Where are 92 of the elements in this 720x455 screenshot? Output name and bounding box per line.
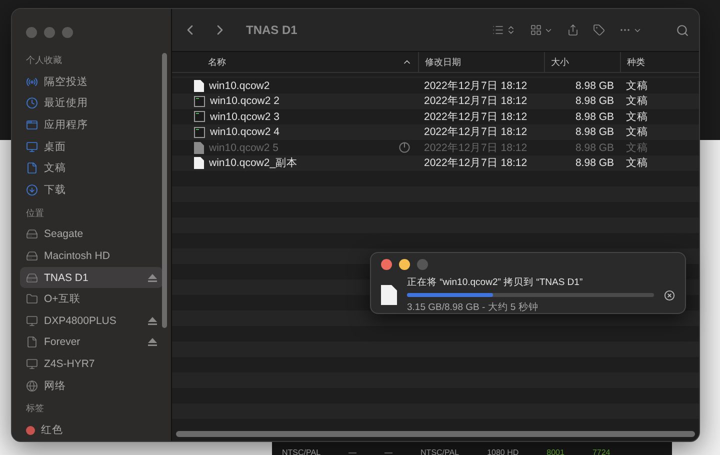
scrollbar[interactable] xyxy=(176,431,695,437)
document-icon xyxy=(381,285,397,305)
file-name[interactable]: win10.qcow2_副本 xyxy=(209,156,410,170)
table-cell: 7724 xyxy=(592,448,610,455)
monitor-icon xyxy=(26,358,38,370)
sidebar-heading: 位置 xyxy=(25,206,45,220)
size-cell-text: 8.98 GB xyxy=(574,157,615,170)
sidebar-item[interactable]: O+互联 xyxy=(20,288,163,310)
size-cell-text: 8.98 GB xyxy=(574,110,615,123)
eject-icon[interactable] xyxy=(148,274,157,282)
eject-icon[interactable] xyxy=(148,338,157,346)
table-cell: — xyxy=(384,448,393,455)
cancel-icon[interactable] xyxy=(664,290,675,300)
file-name[interactable]: win10.qcow2 5 xyxy=(209,142,394,154)
sidebar-item[interactable]: 下载 xyxy=(20,178,163,201)
file-name[interactable]: win10.qcow2 4 xyxy=(210,126,410,138)
kind-cell-text: 文稿 xyxy=(625,94,649,108)
terminal-icon xyxy=(194,96,205,107)
monitor-icon xyxy=(26,314,38,327)
sidebar-item[interactable]: 网络 xyxy=(20,374,163,396)
date-cell-text: 2022年12月7日 18:12 xyxy=(423,110,528,124)
copy-status: 3.15 GB/8.98 GB - 大约 5 秒钟 xyxy=(407,301,540,314)
size-cell-text: 8.98 GB xyxy=(574,80,615,92)
file-name[interactable]: win10.qcow2 2 xyxy=(210,95,410,108)
table-cell: NTSC/PAL xyxy=(282,448,321,455)
sidebar-item[interactable]: Seagate xyxy=(20,224,163,246)
table-cell: NTSC/PAL xyxy=(420,448,460,455)
date-cell-text: 2022年12月7日 18:12 xyxy=(423,94,528,108)
window-title: TNAS D1 xyxy=(246,23,298,37)
drive-icon xyxy=(26,250,38,262)
table-cell: — xyxy=(348,448,357,455)
file-icon xyxy=(26,336,38,348)
tag-icon[interactable] xyxy=(593,24,605,36)
airdrop-icon xyxy=(26,76,38,88)
kind-cell-text: 文稿 xyxy=(625,125,649,140)
sidebar-item[interactable]: 文稿 xyxy=(20,157,163,179)
document-icon xyxy=(194,142,204,154)
kind-cell-text: 文稿 xyxy=(625,156,649,170)
terminal-icon xyxy=(194,126,205,138)
minimize-button[interactable] xyxy=(399,259,410,270)
column-header[interactable]: 名称 xyxy=(172,52,418,72)
document-icon xyxy=(26,162,38,174)
kind-cell-text: 文稿 xyxy=(625,78,649,93)
sidebar-item[interactable]: 最近使用 xyxy=(20,92,163,114)
file-name[interactable]: win10.qcow2 xyxy=(209,80,410,92)
sidebar-item[interactable]: TNAS D1 xyxy=(20,266,163,288)
sidebar-heading: 标签 xyxy=(25,402,45,416)
eject-icon[interactable] xyxy=(148,316,157,325)
sidebar-item[interactable]: DXP4800PLUS xyxy=(20,310,163,332)
size-cell-text: 8.98 GB xyxy=(574,126,615,138)
column-header[interactable]: 大小 xyxy=(544,52,620,72)
terminal-icon xyxy=(194,111,205,122)
download-icon xyxy=(26,184,38,196)
date-cell-text: 2022年12月7日 18:12 xyxy=(423,140,528,155)
drive-icon xyxy=(26,272,38,284)
date-cell-text: 2022年12月7日 18:12 xyxy=(423,78,528,93)
sidebar-item[interactable]: 红色 xyxy=(20,419,163,441)
document-icon xyxy=(194,80,204,92)
table-cell: 8001 xyxy=(546,448,564,455)
document-icon xyxy=(194,157,204,170)
size-cell-text: 8.98 GB xyxy=(574,142,615,154)
column-header[interactable]: 种类 xyxy=(620,52,699,72)
copy-message: 正在将 “win10.qcow2” 拷贝到 “TNAS D1” xyxy=(407,276,584,289)
close-button[interactable] xyxy=(381,259,392,270)
sidebar-item[interactable]: 桌面 xyxy=(20,136,163,158)
date-cell-text: 2022年12月7日 18:12 xyxy=(423,156,528,170)
sidebar-item[interactable]: 隔空投送 xyxy=(20,71,163,93)
size-cell-text: 8.98 GB xyxy=(574,95,615,108)
chevrons-icon xyxy=(506,25,516,35)
apps-icon xyxy=(26,118,38,131)
sidebar-item[interactable]: 应用程序 xyxy=(20,114,163,136)
search-icon[interactable] xyxy=(676,24,689,36)
column-header[interactable]: 修改日期 xyxy=(418,52,544,72)
sidebar-item[interactable]: Z4S-HYR7 xyxy=(20,353,163,375)
folder-icon xyxy=(26,293,38,306)
group-button[interactable] xyxy=(530,24,553,36)
drive-icon xyxy=(26,228,38,240)
globe-icon xyxy=(26,380,38,392)
date-cell-text: 2022年12月7日 18:12 xyxy=(423,125,528,140)
share-icon[interactable] xyxy=(567,24,579,36)
table-cell: 1080 HD xyxy=(487,448,519,455)
sidebar-item[interactable]: Macintosh HD xyxy=(20,245,163,267)
file-name[interactable]: win10.qcow2 3 xyxy=(210,110,410,123)
kind-cell-text: 文稿 xyxy=(625,110,649,124)
desktop-icon xyxy=(26,140,38,153)
sidebar-item[interactable]: Forever xyxy=(20,332,163,354)
progress-pie-icon xyxy=(399,142,410,154)
scrollbar[interactable] xyxy=(162,53,167,328)
kind-cell-text: 文稿 xyxy=(625,140,649,155)
grid-icon xyxy=(530,24,542,36)
clock-icon xyxy=(26,97,38,110)
sidebar-heading: 个人收藏 xyxy=(25,54,63,67)
